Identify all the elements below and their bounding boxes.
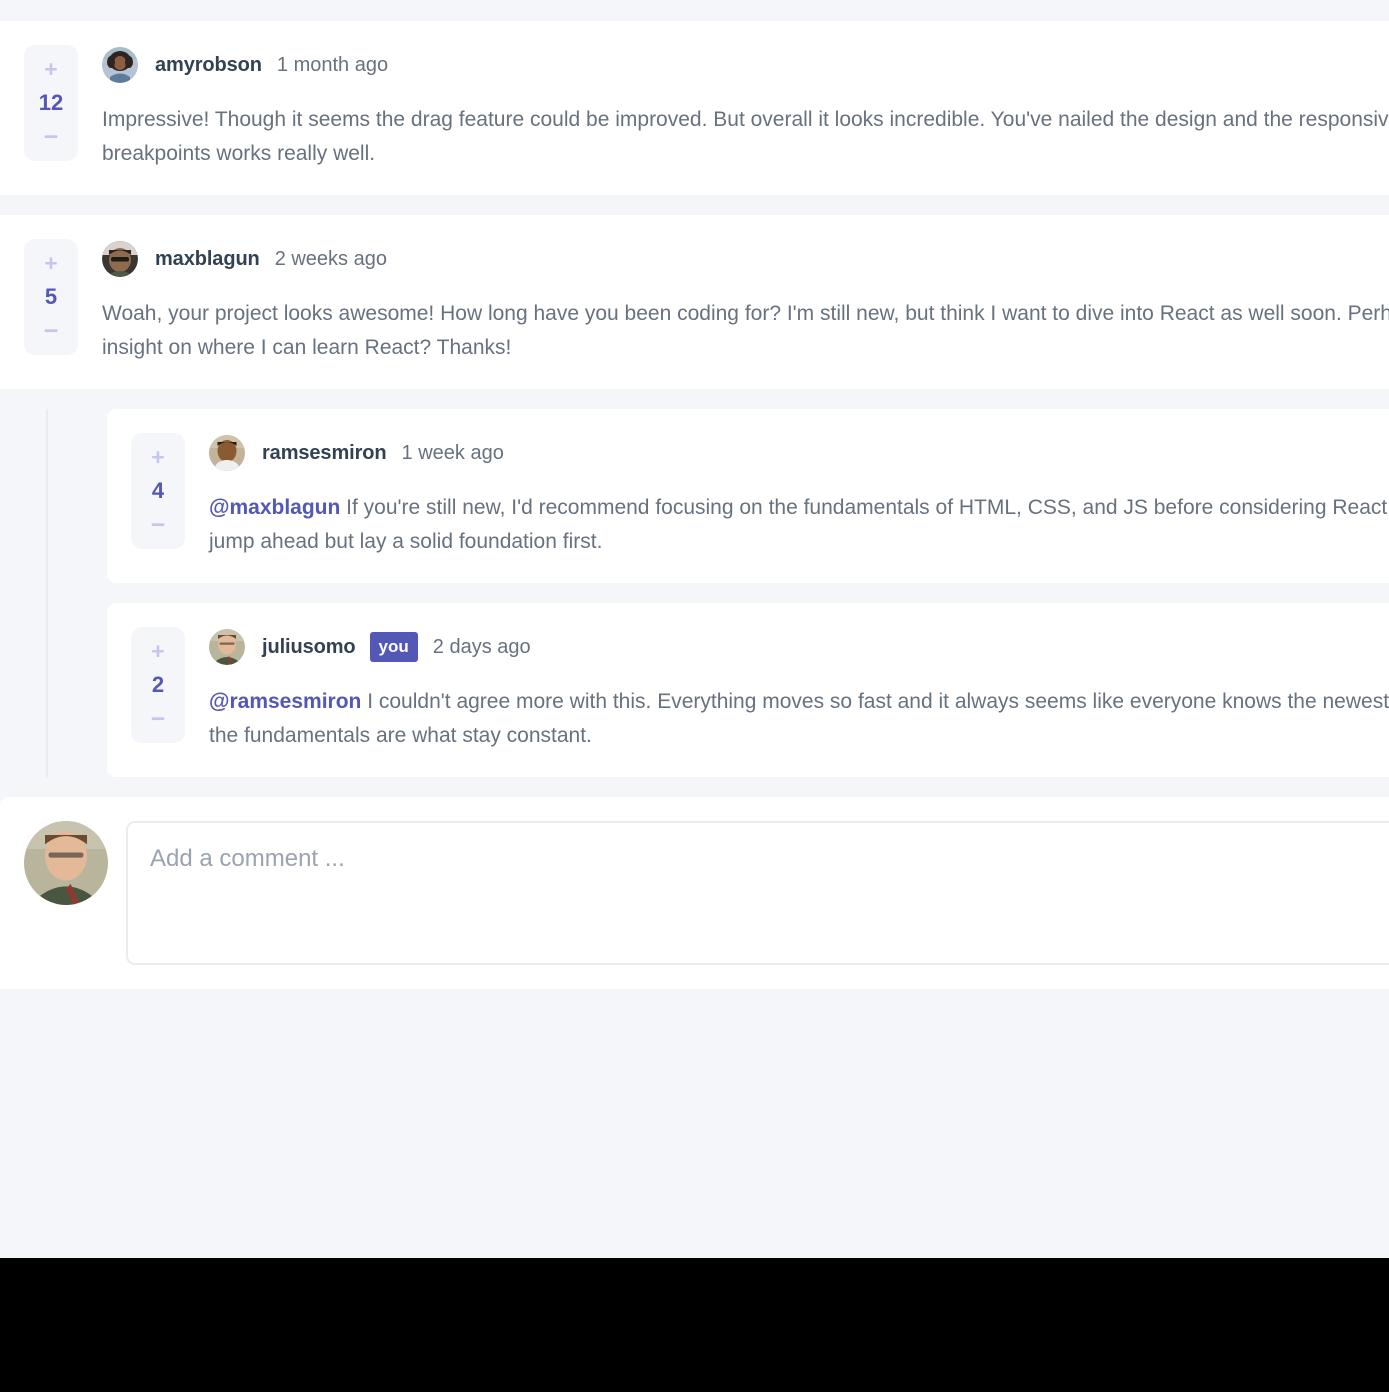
comment-text: @ramsesmiron I couldn't agree more with … [209, 685, 1389, 753]
avatar-juliusomo [209, 629, 245, 666]
add-comment-input[interactable] [126, 821, 1389, 966]
vote-widget: + 12 − [24, 45, 78, 161]
comment-timestamp: 1 month ago [276, 53, 389, 76]
add-comment-box [0, 797, 1389, 990]
vote-score: 4 [151, 478, 165, 504]
comment-username[interactable]: maxblagun [155, 248, 260, 271]
vote-widget: + 4 − [131, 433, 185, 550]
avatar-amyrobson [102, 47, 138, 83]
downvote-button[interactable]: − [146, 706, 170, 731]
comment-username[interactable]: amyrobson [155, 54, 262, 77]
comment-text: Impressive! Though it seems the drag fea… [102, 108, 1389, 166]
comment-body: amyrobson 1 month ago Impressive! Though… [102, 45, 1389, 171]
downvote-button[interactable]: − [39, 318, 63, 343]
comment-card: + 12 − amyrobson 1 month ago Impressive!… [0, 21, 1389, 196]
downvote-button[interactable]: − [146, 512, 170, 537]
vote-widget: + 5 − [24, 239, 78, 356]
you-badge: you [369, 632, 418, 663]
thread-line [46, 409, 48, 778]
vote-score: 12 [38, 90, 64, 115]
vote-score: 2 [151, 672, 165, 698]
mention-link[interactable]: @maxblagun [209, 496, 340, 519]
comment-text: Woah, your project looks awesome! How lo… [102, 302, 1389, 360]
comment-header: amyrobson 1 month ago [102, 47, 1389, 83]
comment-username[interactable]: ramsesmiron [262, 442, 387, 465]
card-divider-gap [0, 195, 1389, 215]
upvote-button[interactable]: + [39, 251, 63, 274]
comment-timestamp: 2 weeks ago [274, 247, 387, 270]
comment-header: maxblagun 2 weeks ago [102, 241, 1389, 278]
downvote-button[interactable]: − [39, 124, 63, 149]
comments-page: + 12 − amyrobson 1 month ago Impressive!… [0, 0, 1389, 1258]
comment-body: maxblagun 2 weeks ago Woah, your project… [102, 239, 1389, 365]
reply-card: + 2 − juliusomo you 2 days ago @ramsesmi… [107, 603, 1389, 778]
comment-timestamp: 2 days ago [432, 635, 531, 658]
reply-thread: + 4 − ramsesmiron 1 week ago @maxblagun … [0, 389, 1389, 778]
comment-body: ramsesmiron 1 week ago @maxblagun If you… [209, 433, 1389, 559]
upvote-button[interactable]: + [146, 639, 170, 662]
reply-divider-gap [107, 583, 1389, 603]
reply-card: + 4 − ramsesmiron 1 week ago @maxblagun … [107, 409, 1389, 584]
avatar-ramsesmiron [209, 435, 245, 472]
comment-header: juliusomo you 2 days ago [209, 629, 1389, 666]
comment-text-rest: If you're still new, I'd recommend focus… [209, 496, 1389, 554]
mention-link[interactable]: @ramsesmiron [209, 690, 361, 713]
comment-card: + 5 − maxblagun 2 weeks ago Woah, your p… [0, 215, 1389, 390]
avatar-maxblagun [102, 241, 138, 278]
upvote-button[interactable]: + [146, 445, 170, 468]
vote-widget: + 2 − [131, 627, 185, 744]
comment-body: juliusomo you 2 days ago @ramsesmiron I … [209, 627, 1389, 753]
comment-text-rest: I couldn't agree more with this. Everyth… [209, 690, 1389, 748]
comment-text: @maxblagun If you're still new, I'd reco… [209, 491, 1389, 559]
vote-score: 5 [44, 284, 58, 310]
comment-timestamp: 1 week ago [401, 441, 504, 464]
comment-username[interactable]: juliusomo [262, 636, 356, 659]
comments-column: + 12 − amyrobson 1 month ago Impressive!… [0, 21, 1389, 990]
upvote-button[interactable]: + [39, 57, 63, 80]
avatar-current-user [24, 821, 108, 906]
comment-header: ramsesmiron 1 week ago [209, 435, 1389, 472]
